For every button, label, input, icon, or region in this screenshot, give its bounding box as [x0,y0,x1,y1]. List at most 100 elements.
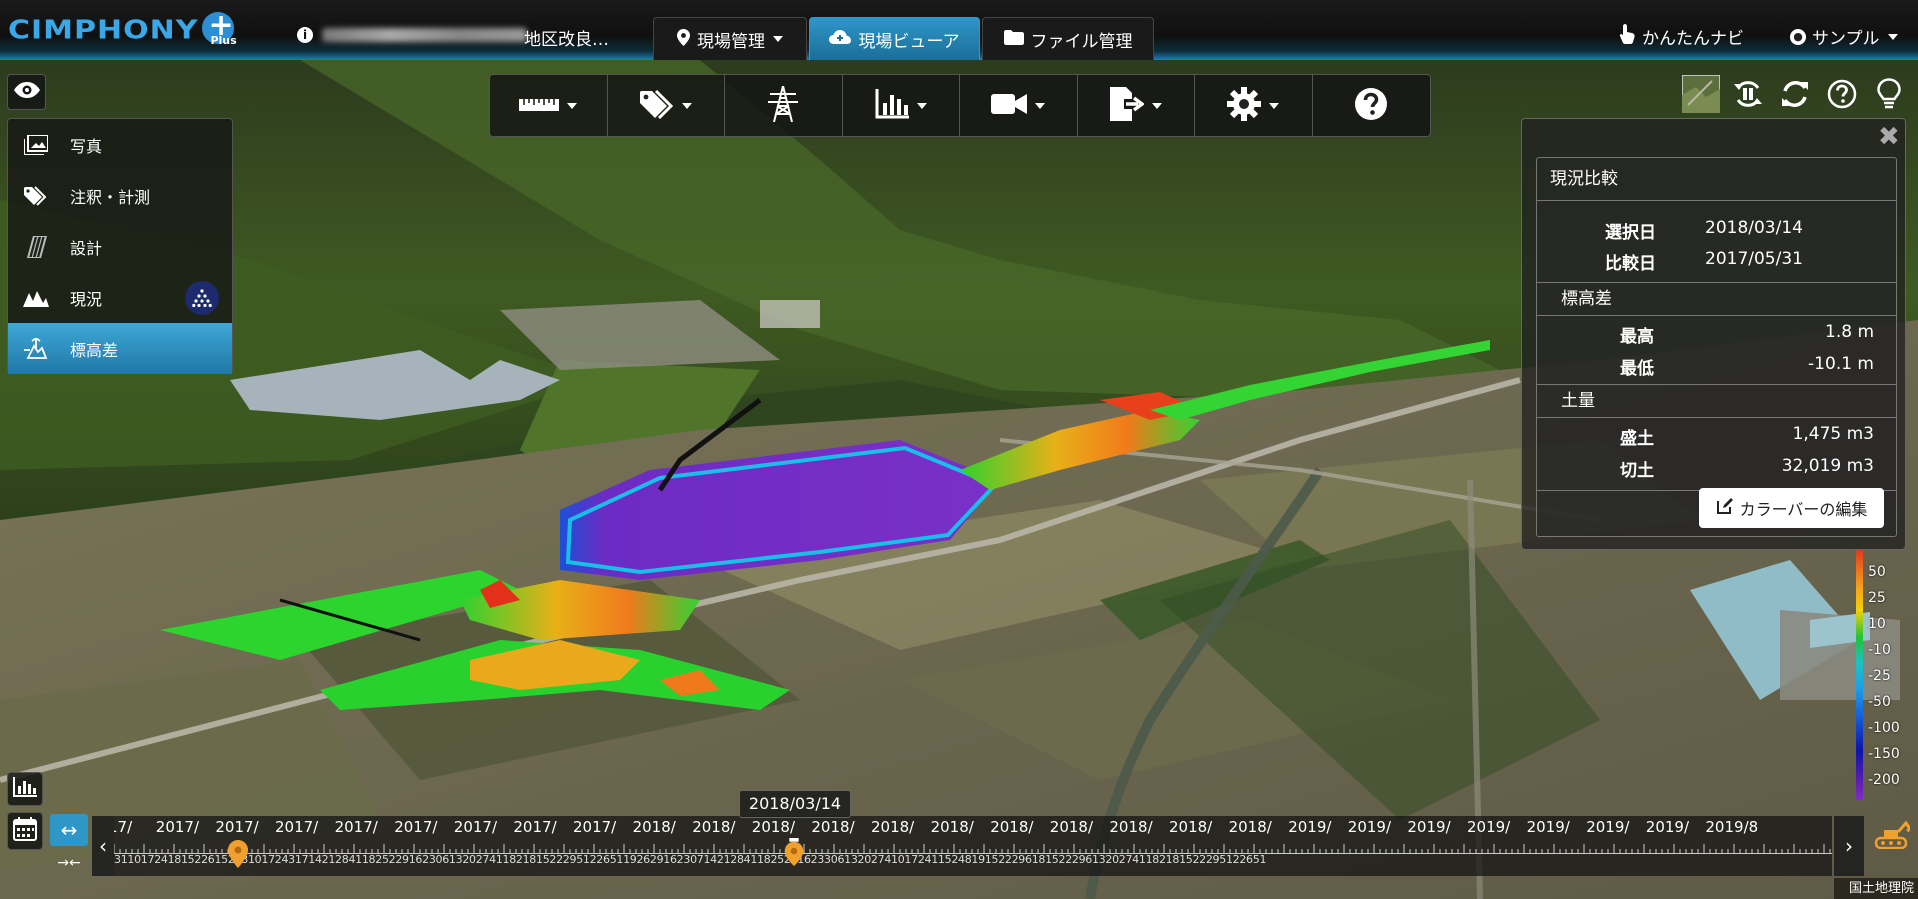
edit-colorbar-button[interactable]: カラーバーの編集 [1699,488,1884,528]
timeline-expand-button[interactable]: ↔ [50,814,88,846]
elevation-diff-icon [20,337,52,360]
layer-item-elevation-diff[interactable]: 標高差 [8,323,232,374]
user-menu[interactable]: ● サンプル [1790,24,1898,49]
easy-navi-button[interactable]: かんたんナビ [1618,24,1744,49]
scale-tick: -150 [1868,746,1900,762]
timeline-shrink-button[interactable]: →← [50,850,88,876]
timeline-month-label[interactable]: 2018/ [1169,818,1212,836]
info-icon[interactable]: i [297,27,313,43]
basemap-thumbnail-icon [1682,75,1720,113]
export-tool-button[interactable] [1078,75,1195,136]
cut-label: 切土 [1620,461,1654,481]
timeline-strip[interactable]: 17/2017/2017/2017/2017/2017/2017/2017/20… [114,816,1832,876]
app-logo[interactable]: CIMPHONY + Plus [8,8,240,50]
timeline-month-label[interactable]: 2017/ [156,818,199,836]
pointer-hand-icon [1618,24,1636,49]
timeline-month-label[interactable]: 2017/ [454,818,497,836]
layer-item-annotation[interactable]: 注釈・計測 [8,170,232,221]
timeline-month-label[interactable]: 2019/ [1407,818,1450,836]
construction-button[interactable] [1872,816,1912,852]
layer-label: 現況 [70,289,103,309]
chart-tool-button[interactable] [843,75,960,136]
timeline-month-label[interactable]: 2019/ [1527,818,1570,836]
tab-file-management[interactable]: ファイル管理 [982,17,1154,60]
help-tool-button[interactable] [1313,75,1431,136]
chevron-down-icon [1887,33,1898,40]
point-cloud-icon[interactable] [185,281,219,315]
timeline-month-label[interactable]: 2017/ [394,818,437,836]
site-name: 地区改良… [524,30,609,50]
layer-item-photo[interactable]: 写真 [8,119,232,170]
calendar-button[interactable] [7,812,43,850]
timeline-compare-pin[interactable] [228,840,248,868]
help-button[interactable] [1822,74,1862,114]
timeline-month-label[interactable]: 2019/ [1467,818,1510,836]
lightbulb-icon [1877,78,1901,109]
timeline-month-label[interactable]: 17/ [114,818,132,836]
scale-tick: -100 [1868,720,1900,736]
timeline-month-label[interactable]: 2018/ [811,818,854,836]
layer-item-current[interactable]: 現況 [8,272,232,323]
timeline-month-label[interactable]: 2018/ [752,818,795,836]
tips-button[interactable] [1869,74,1909,114]
timeline-month-label[interactable]: 2018/ [633,818,676,836]
excavator-icon [1874,820,1910,849]
refresh-icon [1782,81,1808,107]
tool-bar [489,74,1431,137]
timeline-selected-pin[interactable] [784,838,804,866]
chevron-right-icon: › [1845,834,1853,858]
timeline-month-label[interactable]: 2018/ [692,818,735,836]
chevron-down-icon [773,36,783,42]
annotation-tool-button[interactable] [608,75,725,136]
scale-tick: 50 [1868,564,1886,580]
site-name-redacted [322,28,527,42]
timeline-month-label[interactable]: 2019/ [1646,818,1689,836]
compare-sync-button[interactable] [1728,74,1768,114]
min-label: 最低 [1620,359,1654,379]
timeline-next-button[interactable]: › [1834,816,1864,876]
file-export-icon [1109,86,1145,125]
scale-tick: -10 [1868,642,1891,658]
layer-item-design[interactable]: 設計 [8,221,232,272]
close-icon[interactable]: ✖ [1878,124,1900,150]
max-value: 1.8 m [1825,322,1874,342]
tab-site-management[interactable]: 現場管理 [653,17,807,60]
tab-site-viewer[interactable]: 現場ビューア [809,17,980,60]
power-line-tool-button[interactable] [725,75,843,136]
timeline-month-label[interactable]: 2018/ [1229,818,1272,836]
timeline-month-label[interactable]: 2018/ [931,818,974,836]
basemap-thumbnail-button[interactable] [1681,74,1721,114]
photo-icon [20,134,52,155]
logo-plus-text: Plus [210,34,237,47]
question-icon [1354,87,1388,125]
timeline-month-label[interactable]: 2017/ [513,818,556,836]
timeline-month-label[interactable]: 2019/ [1348,818,1391,836]
bar-chart-icon [875,88,909,123]
selected-date-row: 選択日 2018/03/14 [1537,213,1896,244]
measure-tool-button[interactable] [490,75,608,136]
timeline-month-label[interactable]: 2017/ [335,818,378,836]
timeline-month-label[interactable]: 2018/ [1109,818,1152,836]
color-scale-bar [1856,550,1863,800]
easy-navi-label: かんたんナビ [1642,29,1744,49]
timeline-month-label[interactable]: 2017/ [215,818,258,836]
timeline-month-label[interactable]: 2018/ [871,818,914,836]
refresh-button[interactable] [1775,74,1815,114]
timeline-month-label[interactable]: 2019/ [1288,818,1331,836]
timeline-month-label[interactable]: 2018/ [1050,818,1093,836]
tags-icon [639,89,674,123]
timeline-ticks [114,844,1832,854]
timeline-prev-button[interactable]: ‹ [92,816,114,876]
timeline-chart-button[interactable] [7,772,43,806]
fill-row: 盛土 1,475 m3 [1537,418,1896,450]
logo-plus-badge: + Plus [200,8,240,48]
video-tool-button[interactable] [960,75,1078,136]
timeline-month-label[interactable]: 2019/ [1586,818,1629,836]
timeline-month-label[interactable]: 2017/ [573,818,616,836]
max-label: 最高 [1620,327,1654,347]
timeline-month-label[interactable]: 2019/8 [1705,818,1758,836]
layer-visibility-button[interactable] [7,74,46,110]
timeline-month-label[interactable]: 2017/ [275,818,318,836]
settings-tool-button[interactable] [1195,75,1313,136]
timeline-month-label[interactable]: 2018/ [990,818,1033,836]
